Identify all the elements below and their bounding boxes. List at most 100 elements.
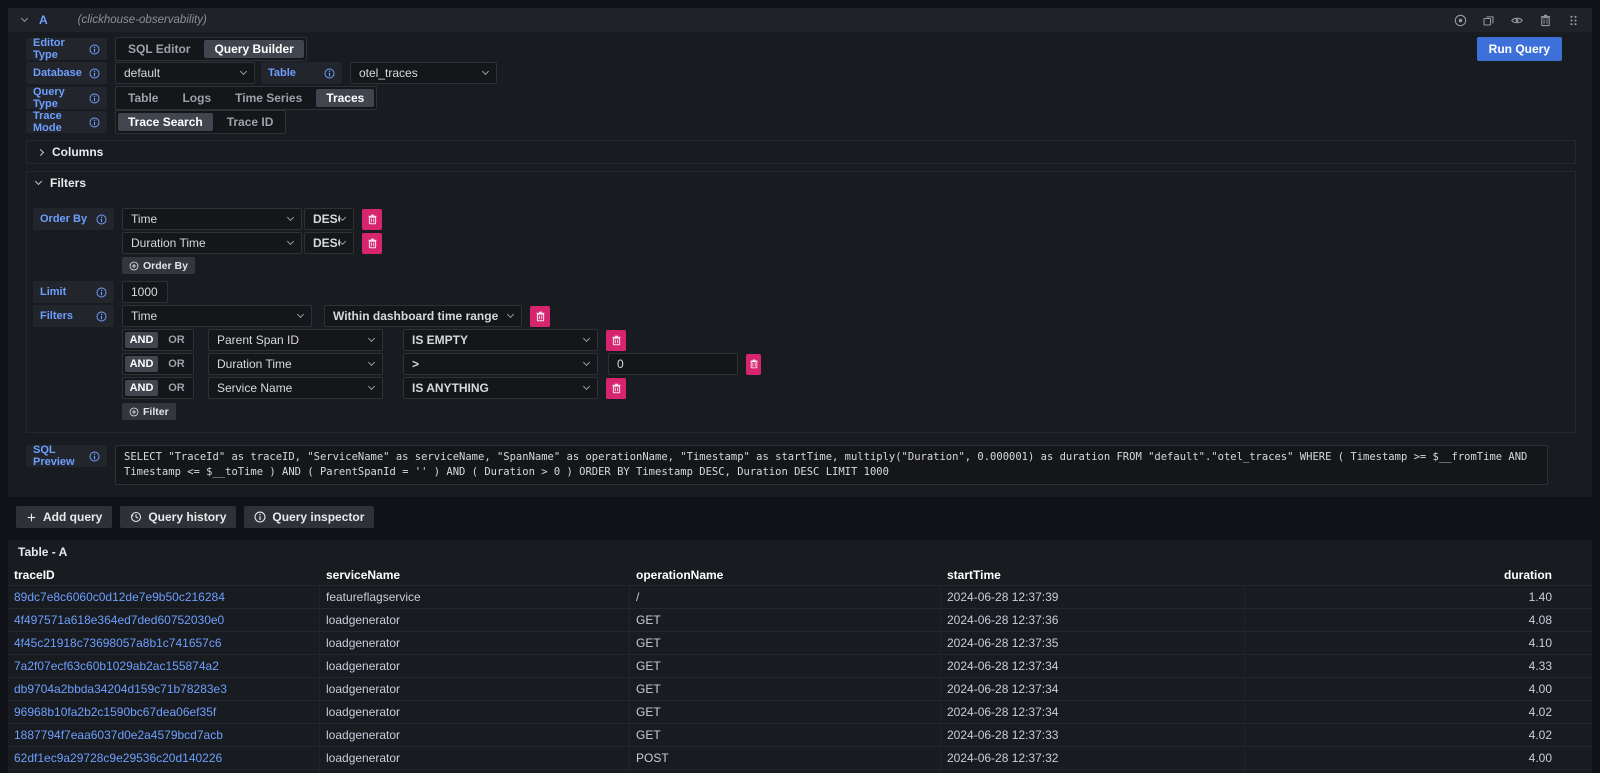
table-panel: Table - A traceID serviceName operationN…: [8, 540, 1592, 773]
trace-id-link[interactable]: 7a2f07ecf63c60b1029ab2ac155874a2: [8, 655, 320, 677]
filter-field-select[interactable]: Duration Time: [208, 353, 383, 375]
trace-id-link[interactable]: 89dc7e8c6060c0d12de7e9b50c216284: [8, 586, 320, 608]
start-time-cell: 2024-06-28 12:37:36: [941, 609, 1245, 631]
query-type-label: Query Type: [26, 87, 107, 109]
remove-filter-trash-icon[interactable]: [606, 378, 626, 399]
run-query-button[interactable]: Run Query: [1477, 37, 1562, 61]
operation-name-cell: GET: [630, 701, 941, 723]
query-type-row: Query Type Table Logs Time Series Traces: [26, 87, 1576, 109]
remove-order-by-trash-icon[interactable]: [362, 209, 382, 230]
or-option[interactable]: OR: [160, 354, 193, 374]
start-time-cell: 2024-06-28 12:37:34: [941, 678, 1245, 700]
info-icon[interactable]: [324, 68, 335, 79]
query-row-header[interactable]: A (clickhouse-observability): [8, 8, 1592, 32]
start-time-cell: 2024-06-28 12:37:32: [941, 747, 1245, 769]
trace-id-option[interactable]: Trace ID: [215, 111, 286, 133]
filters-section-header[interactable]: Filters: [27, 172, 1575, 194]
column-header-traceid[interactable]: traceID: [8, 564, 320, 585]
filters-time-row: Filters Time Within dashboard time range: [33, 305, 1575, 327]
filter-operator-select[interactable]: IS ANYTHING: [403, 377, 598, 399]
filter-field-select[interactable]: Service Name: [208, 377, 383, 399]
order-by-direction-select[interactable]: DESC: [304, 208, 354, 230]
eye-icon[interactable]: [1510, 14, 1524, 27]
chevron-down-icon: [297, 311, 304, 318]
duplicate-query-icon[interactable]: [1482, 14, 1495, 27]
filter-value-input[interactable]: [608, 353, 738, 375]
info-circle-icon[interactable]: [1454, 14, 1467, 27]
order-by-label: Order By: [33, 208, 114, 230]
info-icon[interactable]: [96, 287, 107, 298]
sql-preview-text[interactable]: SELECT "TraceId" as traceID, "ServiceNam…: [115, 445, 1548, 485]
table-label: Table: [261, 62, 342, 84]
datasource-name: (clickhouse-observability): [78, 14, 207, 26]
columns-section-header[interactable]: Columns: [27, 141, 1575, 163]
add-filter-button[interactable]: Filter: [122, 403, 176, 420]
info-icon[interactable]: [89, 93, 100, 104]
trace-id-link[interactable]: 4f497571a618e364ed7ded60752030e0: [8, 609, 320, 631]
info-icon[interactable]: [96, 214, 107, 225]
column-header-duration[interactable]: duration: [1245, 564, 1592, 585]
service-name-cell: loadgenerator: [320, 609, 630, 631]
remove-filter-trash-icon[interactable]: [746, 354, 761, 375]
and-or-toggle: AND OR: [122, 329, 194, 351]
info-icon[interactable]: [89, 68, 100, 79]
collapse-chevron-icon[interactable]: [21, 15, 28, 22]
remove-filter-trash-icon[interactable]: [606, 330, 626, 351]
start-time-cell: 2024-06-28 12:37:34: [941, 701, 1245, 723]
query-builder-option[interactable]: Query Builder: [204, 40, 303, 58]
operation-name-cell: GET: [630, 655, 941, 677]
trace-id-link[interactable]: 62df1ec9a29728c9e29536c20d140226: [8, 747, 320, 769]
trace-id-link[interactable]: 1887794f7eaa6037d0e2a4579bcd7acb: [8, 724, 320, 746]
query-inspector-button[interactable]: Query inspector: [244, 506, 374, 528]
order-by-field-select[interactable]: Duration Time: [122, 232, 302, 254]
filter-operator-select[interactable]: Within dashboard time range: [324, 305, 522, 327]
columns-section: Columns: [26, 140, 1576, 164]
trace-id-link[interactable]: 96968b10fa2b2c1590bc67dea06ef35f: [8, 701, 320, 723]
trace-id-link[interactable]: db9704a2bbda34204d159c71b78283e3: [8, 678, 320, 700]
query-type-table[interactable]: Table: [116, 87, 170, 109]
trace-mode-label: Trace Mode: [26, 111, 107, 133]
remove-filter-trash-icon[interactable]: [530, 306, 550, 327]
query-type-time-series[interactable]: Time Series: [223, 87, 314, 109]
column-header-servicename[interactable]: serviceName: [320, 564, 630, 585]
filter-operator-select[interactable]: IS EMPTY: [403, 329, 598, 351]
query-type-logs[interactable]: Logs: [170, 87, 223, 109]
info-icon[interactable]: [89, 44, 100, 55]
dashboard-edit-page: A (clickhouse-observability) Editor Type…: [0, 0, 1600, 773]
table-row: 4f497571a618e364ed7ded60752030e0 loadgen…: [8, 608, 1592, 631]
or-option[interactable]: OR: [160, 378, 193, 398]
remove-query-trash-icon[interactable]: [1539, 14, 1552, 27]
trace-id-link[interactable]: 4f45c21918c73698057a8b1c741657c6: [8, 632, 320, 654]
filter-field-select[interactable]: Time: [122, 305, 312, 327]
filter-field-select[interactable]: Parent Span ID: [208, 329, 383, 351]
remove-order-by-trash-icon[interactable]: [362, 233, 382, 254]
and-option[interactable]: AND: [125, 356, 158, 372]
label-spacer: [33, 255, 114, 277]
info-icon[interactable]: [96, 311, 107, 322]
and-option[interactable]: AND: [125, 332, 158, 348]
column-header-starttime[interactable]: startTime: [941, 564, 1245, 585]
sql-editor-option[interactable]: SQL Editor: [116, 38, 202, 60]
info-icon[interactable]: [89, 117, 100, 128]
filter-operator-select[interactable]: >: [403, 353, 598, 375]
or-option[interactable]: OR: [160, 330, 193, 350]
limit-input[interactable]: [122, 281, 168, 303]
database-select[interactable]: default: [115, 62, 255, 84]
duration-cell: 4.10: [1245, 632, 1592, 654]
query-history-button[interactable]: Query history: [120, 506, 236, 528]
order-by-field-select[interactable]: Time: [122, 208, 302, 230]
drag-handle-icon[interactable]: [1567, 14, 1580, 27]
info-icon[interactable]: [89, 451, 100, 462]
trace-search-option[interactable]: Trace Search: [118, 113, 213, 131]
add-order-by-button[interactable]: Order By: [122, 257, 195, 274]
order-by-direction-select[interactable]: DESC: [304, 232, 354, 254]
chevron-down-icon: [287, 238, 294, 245]
table-select[interactable]: otel_traces: [350, 62, 497, 84]
column-header-operationname[interactable]: operationName: [630, 564, 941, 585]
add-query-button[interactable]: Add query: [16, 506, 112, 528]
query-type-traces[interactable]: Traces: [316, 89, 374, 107]
operation-name-cell: /: [630, 586, 941, 608]
table-row: 89dc7e8c6060c0d12de7e9b50c216284 feature…: [8, 585, 1592, 608]
service-name-cell: loadgenerator: [320, 747, 630, 769]
and-option[interactable]: AND: [125, 380, 158, 396]
